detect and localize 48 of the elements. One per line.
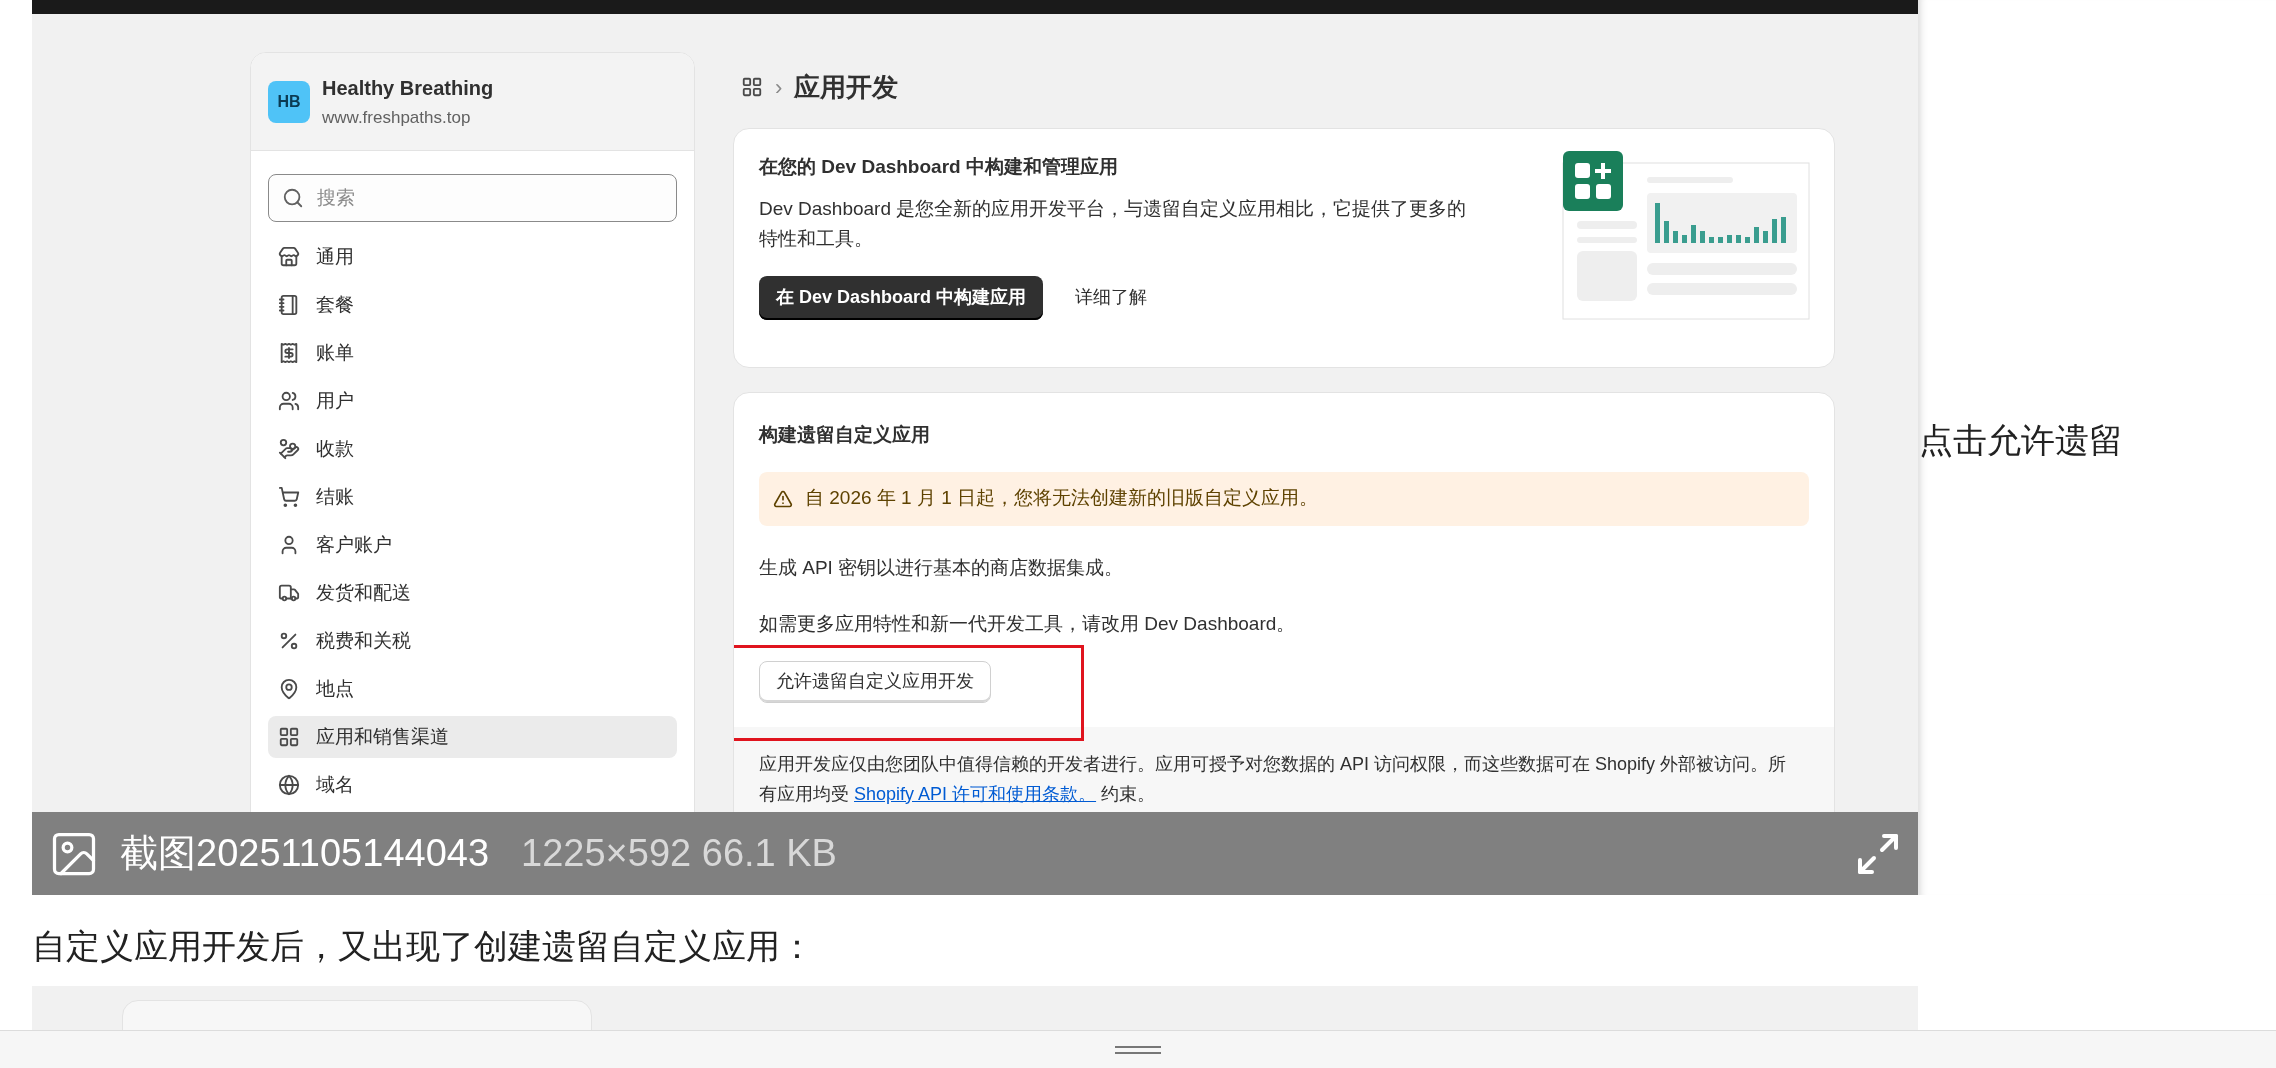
shop-domain: www.freshpaths.top — [322, 106, 472, 129]
learn-more-link[interactable]: 详细了解 — [1075, 284, 1148, 311]
cart-icon — [278, 486, 300, 508]
sidebar-item[interactable]: 地点 — [268, 668, 677, 710]
search-field[interactable]: 搜索 — [268, 174, 677, 222]
image-meta: 1225×592 66.1 KB — [521, 831, 837, 876]
sidebar-item[interactable]: 域名 — [268, 764, 677, 806]
apps-icon — [741, 76, 763, 98]
shop-name: Healthy Breathing — [322, 75, 494, 101]
globe-icon — [278, 774, 300, 796]
caption-text: 自定义应用开发后，又出现了创建遗留自定义应用： — [32, 926, 815, 967]
side-note: 点击允许遗留 — [1919, 421, 2123, 459]
body-text: 生成 API 密钥以进行基本的商店数据集成。 — [759, 555, 1125, 580]
terms-link[interactable]: Shopify API 许可和使用条款。 — [854, 783, 1097, 804]
page-title: 应用开发 — [794, 70, 899, 104]
card-title: 构建遗留自定义应用 — [759, 423, 931, 447]
sidebar-item[interactable]: 发货和配送 — [268, 572, 677, 614]
image-filename: 截图20251105144043 — [120, 831, 490, 876]
sidebar-item[interactable]: 通用 — [268, 236, 677, 278]
allow-legacy-button[interactable]: 允许遗留自定义应用开发 — [759, 660, 991, 703]
breadcrumb-separator: › — [775, 73, 783, 102]
sidebar-item[interactable]: 结账 — [268, 476, 677, 518]
sidebar-item[interactable]: 收款 — [268, 428, 677, 470]
users-icon — [278, 390, 300, 412]
sidebar-item[interactable]: 账单 — [268, 332, 677, 374]
build-app-button[interactable]: 在 Dev Dashboard 中构建应用 — [759, 275, 1044, 320]
sidebar-item[interactable]: 税费和关税 — [268, 620, 677, 662]
drag-handle-icon[interactable] — [1115, 1044, 1161, 1055]
warning-text: 自 2026 年 1 月 1 日起，您将无法创建新的旧版自定义应用。 — [805, 486, 1319, 511]
sidebar-item[interactable]: 套餐 — [268, 284, 677, 326]
footer-text: 应用开发应仅由您团队中值得信赖的开发者进行。应用可授予对您数据的 API 访问权限，而这些数据可在 Shopify 外部被访问。所有应用均受 Shopify API 许可和使用条款。 约束。 — [759, 752, 1788, 806]
body-text: 如需更多应用特性和新一代开发工具，请改用 Dev Dashboard。 — [759, 612, 1297, 636]
sidebar-item[interactable]: 客户账户 — [268, 524, 677, 566]
card-description: Dev Dashboard 是您全新的应用开发平台，与遗留自定义应用相比，它提供了更多的特性和工具。 — [759, 196, 1468, 251]
shop-avatar: HB — [268, 80, 310, 123]
percent-icon — [278, 630, 300, 652]
card-title: 在您的 Dev Dashboard 中构建和管理应用 — [759, 155, 1119, 179]
notebook-icon — [278, 294, 300, 316]
receipt-icon — [278, 342, 300, 364]
warning-icon — [773, 488, 793, 509]
sidebar-item[interactable]: 用户 — [268, 380, 677, 422]
store-icon — [278, 246, 300, 268]
search-icon — [282, 187, 304, 209]
map-pin-icon — [278, 678, 300, 700]
grid-icon — [278, 726, 300, 748]
truck-icon — [278, 582, 300, 604]
sidebar-item[interactable]: 应用和销售渠道 — [268, 716, 677, 758]
hand-coins-icon — [278, 438, 300, 460]
